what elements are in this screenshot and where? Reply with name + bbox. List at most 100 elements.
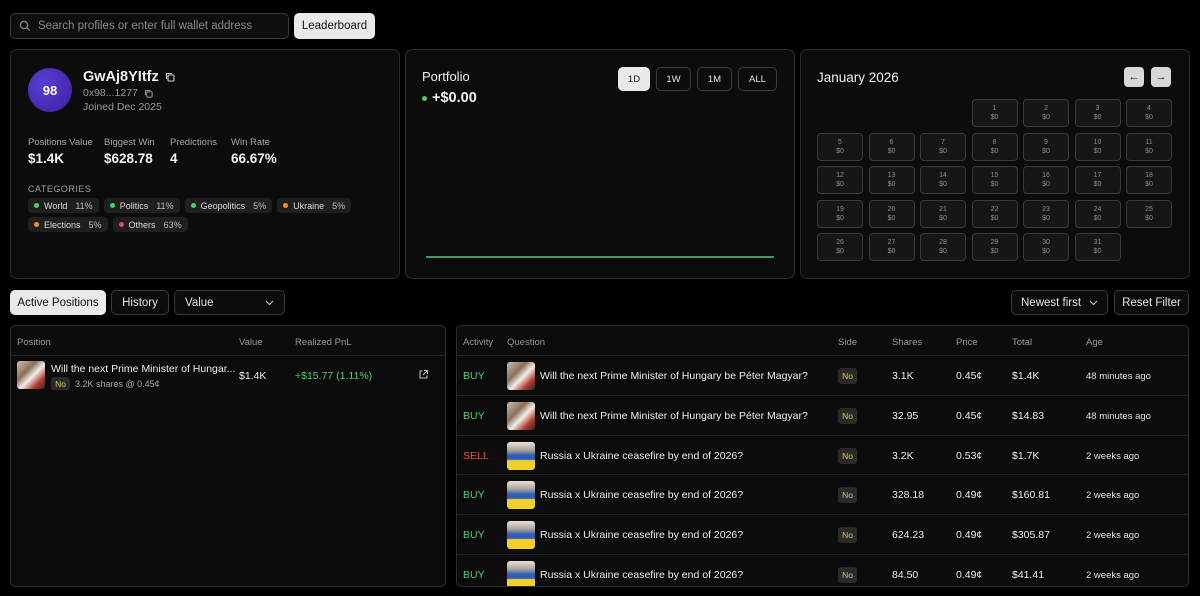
calendar-day[interactable]: 7 $0 [920, 132, 966, 161]
calendar-prev-button[interactable]: ← [1124, 67, 1144, 87]
calendar-day-number: 18 [1145, 172, 1153, 179]
calendar-day-amount: $0 [1042, 248, 1050, 255]
category-dot [118, 222, 124, 227]
category-pct: 5% [253, 200, 267, 211]
table-row[interactable]: BUY Will the next Prime Minister of Hunga… [457, 356, 1188, 396]
category-chip: World 11% [28, 198, 99, 213]
activity-type: SELL [463, 449, 489, 462]
stat-label: Positions Value [28, 137, 93, 148]
calendar-day[interactable]: 16 $0 [1023, 166, 1069, 194]
stat-win-rate: Win Rate 66.67% [231, 137, 277, 166]
calendar-day[interactable]: 18 $0 [1126, 166, 1172, 194]
copy-address-icon[interactable] [144, 89, 153, 98]
stat-label: Biggest Win [104, 137, 155, 148]
calendar-day[interactable]: 30 $0 [1023, 233, 1069, 261]
calendar-day-number: 19 [836, 205, 844, 213]
search-bar[interactable] [10, 13, 289, 39]
activity-question: Russia x Ukraine ceasefire by end of 202… [540, 529, 744, 542]
calendar-day[interactable]: 13 $0 [868, 166, 915, 194]
calendar-day[interactable]: 5 $0 [817, 132, 863, 161]
calendar-day[interactable]: 12 $0 [817, 166, 863, 194]
calendar-day[interactable]: 31 $0 [1074, 233, 1121, 261]
categories-title: CATEGORIES [28, 184, 92, 194]
sort-select[interactable]: Value [174, 290, 285, 315]
calendar-day[interactable]: 20 $0 [868, 199, 915, 228]
calendar-day[interactable]: 14 $0 [920, 166, 966, 194]
table-row[interactable]: BUY Russia x Ukraine ceasefire by end of … [457, 555, 1188, 586]
calendar-day[interactable]: 3 $0 [1074, 99, 1121, 127]
table-row[interactable]: SELL Russia x Ukraine ceasefire by end of… [457, 436, 1188, 476]
calendar-day-amount: $0 [1093, 181, 1102, 188]
calendar-day[interactable]: 4 $0 [1126, 99, 1172, 127]
calendar-day-amount: $0 [990, 181, 999, 188]
calendar-day-number: 14 [939, 172, 947, 179]
table-row[interactable]: BUY Will the next Prime Minister of Hunga… [457, 396, 1188, 436]
activity-type: BUY [463, 409, 485, 422]
calendar-day[interactable]: 9 $0 [1023, 132, 1069, 161]
column-header: Position [17, 337, 51, 348]
calendar-day[interactable]: 15 $0 [971, 166, 1018, 194]
calendar-day[interactable]: 21 $0 [920, 199, 966, 228]
calendar-day-number: 31 [1093, 239, 1102, 246]
category-pct: 11% [156, 200, 174, 211]
calendar-day[interactable]: 19 $0 [817, 199, 863, 228]
calendar-day-amount: $0 [939, 181, 947, 188]
calendar-day-number: 21 [939, 205, 947, 213]
activity-shares: 3.1K [892, 370, 914, 382]
category-pct: 5% [88, 219, 102, 230]
external-link-icon[interactable] [418, 369, 429, 380]
joined-date: Joined Dec 2025 [83, 101, 162, 113]
calendar-day-number: 25 [1145, 205, 1153, 213]
calendar-day[interactable]: 27 $0 [868, 233, 915, 261]
calendar-day[interactable]: 11 $0 [1126, 132, 1172, 161]
calendar-day[interactable]: 1 $0 [971, 99, 1018, 127]
wallet-address-text: 0x98...1277 [83, 87, 138, 99]
calendar-next-button[interactable]: → [1151, 67, 1171, 87]
categories-row-1: World 11% Politics 11% Geopolitics 5% Ukrai… [28, 198, 352, 213]
range-all-button[interactable]: ALL [738, 67, 777, 91]
leaderboard-button[interactable]: Leaderboard [294, 13, 375, 39]
activity-type: BUY [463, 529, 485, 542]
chevron-down-icon [265, 300, 274, 305]
calendar-day[interactable]: 23 $0 [1023, 199, 1069, 228]
calendar-day-number: 28 [939, 239, 947, 246]
table-row[interactable]: Will the next Prime Minister of Hungar..… [11, 356, 445, 396]
calendar-day[interactable]: 22 $0 [971, 199, 1018, 228]
search-input[interactable] [38, 20, 278, 32]
range-1m-button[interactable]: 1M [697, 67, 732, 91]
calendar-day-number: 15 [990, 172, 999, 179]
side-badge: No [51, 377, 70, 390]
calendar-day[interactable]: 24 $0 [1074, 199, 1121, 228]
tab-history[interactable]: History [111, 290, 169, 315]
side-badge: No [838, 567, 857, 583]
calendar-day[interactable]: 29 $0 [971, 233, 1018, 261]
column-header: Activity [463, 337, 494, 348]
calendar-day-number: 2 [1044, 105, 1048, 112]
copy-icon[interactable] [165, 72, 175, 82]
calendar-day[interactable]: 10 $0 [1074, 132, 1121, 161]
market-thumbnail [17, 361, 45, 389]
reset-filter-button[interactable]: Reset Filter [1114, 290, 1189, 315]
calendar-title: January 2026 [817, 70, 899, 85]
position-detail: 3.2K shares @ 0.45¢ [75, 379, 160, 389]
range-1d-button[interactable]: 1D [618, 67, 650, 91]
table-row[interactable]: BUY Russia x Ukraine ceasefire by end of … [457, 515, 1188, 555]
side-badge: No [838, 447, 857, 464]
calendar-day[interactable]: 8 $0 [971, 132, 1018, 161]
tab-active-positions[interactable]: Active Positions [10, 290, 106, 315]
activity-age: 48 minutes ago [1086, 371, 1151, 382]
range-1w-button[interactable]: 1W [656, 67, 691, 91]
column-header: Side [838, 337, 858, 348]
calendar-day-amount: $0 [836, 147, 844, 155]
category-name: Geopolitics [200, 200, 246, 211]
calendar-day[interactable]: 25 $0 [1126, 199, 1172, 228]
calendar-day-amount: $0 [887, 181, 896, 188]
order-select[interactable]: Newest first [1011, 290, 1108, 315]
calendar-day[interactable]: 17 $0 [1074, 166, 1121, 194]
calendar-day[interactable]: 2 $0 [1023, 99, 1069, 127]
table-row[interactable]: BUY Russia x Ukraine ceasefire by end of … [457, 475, 1188, 516]
calendar-day[interactable]: 26 $0 [817, 233, 863, 261]
calendar-day[interactable]: 6 $0 [868, 132, 915, 161]
portfolio-value: +$0.00 [422, 90, 477, 106]
calendar-day[interactable]: 28 $0 [920, 233, 966, 261]
